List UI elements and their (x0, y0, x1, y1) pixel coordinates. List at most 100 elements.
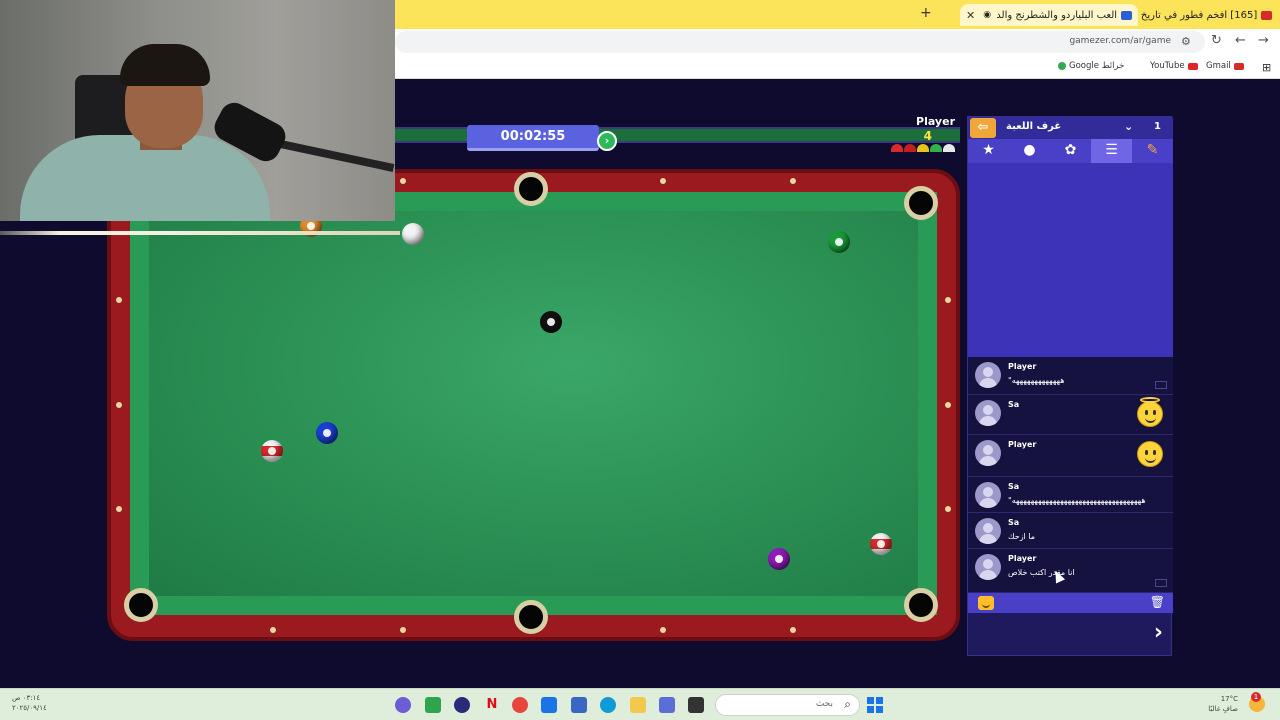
taskbar-search[interactable]: بحث ⌕ (715, 694, 860, 716)
file-explorer-icon[interactable] (630, 697, 646, 713)
avatar[interactable] (975, 440, 1001, 466)
player-name: Player (916, 115, 955, 128)
chevron-down-icon[interactable]: ⌄ (1124, 120, 1133, 133)
taskbar: ٠٣:١٤ ص ٢٠٢٥/٠٩/١٤ N بحث ⌕ 17°C صافٍ غال… (0, 688, 1280, 720)
trash-icon[interactable]: 🗑 (1150, 595, 1165, 609)
star-icon[interactable]: ★ (968, 139, 1009, 163)
room-count: 1 (1154, 121, 1161, 132)
chat-message: Player (968, 435, 1173, 477)
red-stripe-ball (261, 440, 283, 462)
outlook-icon[interactable] (541, 697, 557, 713)
bookmark-youtube[interactable]: YouTube (1150, 61, 1198, 71)
cue-ball[interactable] (402, 223, 424, 245)
pocket-bottom-right (904, 588, 938, 622)
cue-stick[interactable] (0, 231, 400, 235)
apps-grid-icon[interactable]: ⊞ (1262, 61, 1271, 74)
pocket-bottom-center (514, 600, 548, 634)
webcam-overlay (0, 0, 395, 221)
message-author: Sa (1008, 400, 1020, 409)
chat-message: Sa ما ازحك (968, 513, 1173, 549)
chat-messages: Player "هههههههههههههه Sa Player Sa "هههههههه… (968, 357, 1173, 593)
message-text: "هههههههههههههههههههههههههههههههههههه (1008, 496, 1146, 505)
gamezer-icon (1121, 10, 1133, 20)
google-g-icon (1058, 62, 1066, 70)
green-ball (828, 231, 850, 253)
message-author: Player (1008, 362, 1037, 371)
calendar-icon[interactable] (571, 697, 587, 713)
message-author: Sa (1008, 482, 1020, 491)
user-icon[interactable]: ● (1009, 139, 1050, 163)
chrome-icon[interactable] (512, 697, 528, 713)
diamond-marker (400, 627, 406, 633)
chat-message: Player "هههههههههههههه (968, 357, 1173, 395)
diamond-marker (400, 178, 406, 184)
copilot-icon[interactable] (395, 697, 411, 713)
mail-icon[interactable] (1155, 381, 1167, 389)
tab-gamezer[interactable]: العب البلياردو والشطرنج والدا ◉ ✕ (960, 4, 1139, 26)
avatar[interactable] (975, 554, 1001, 580)
obs-icon[interactable] (454, 697, 470, 713)
red-stripe-ball-2 (870, 533, 892, 555)
panel-tabs: ★ ● ✿ ☰ ✎ (968, 139, 1173, 163)
chat-message: Player انا مقدر اكتب خلاص (968, 549, 1173, 593)
remaining-ball-icon (891, 144, 903, 152)
terminal-icon[interactable] (688, 697, 704, 713)
message-author: Sa (1008, 518, 1020, 527)
panel-header: ⇦ غرف اللعبة ⌄ 1 (968, 117, 1173, 139)
search-icon: ⌕ (844, 697, 851, 711)
diamond-marker (660, 627, 666, 633)
weather-widget[interactable]: 17°C صافٍ غالبًا (1208, 694, 1238, 714)
windows-start-icon[interactable] (867, 697, 883, 713)
diamond-marker (790, 178, 796, 184)
avatar[interactable] (975, 518, 1001, 544)
pocket-top-right (904, 186, 938, 220)
player-score: 4 (923, 129, 932, 143)
tab-youtube-video[interactable]: [165] أفخم فطور في تاريخ قصر ✕ (1120, 4, 1273, 26)
bookmark-maps[interactable]: Google خرائط (1058, 61, 1124, 71)
emoji-button[interactable] (978, 596, 994, 610)
eight-ball (540, 311, 562, 333)
message-author: Player (1008, 554, 1037, 563)
pocket-bottom-left (124, 588, 158, 622)
teams-icon[interactable] (659, 697, 675, 713)
site-settings-icon[interactable]: ⚙ (1181, 35, 1195, 49)
notification-badge: 1 (1251, 692, 1261, 702)
panel-content-area (968, 163, 1173, 357)
netflix-icon[interactable]: N (484, 697, 500, 713)
message-text: "هههههههههههههه (1008, 376, 1065, 385)
new-tab-button[interactable]: + (920, 5, 932, 21)
avatar[interactable] (975, 400, 1001, 426)
gear-icon[interactable]: ✿ (1050, 139, 1091, 163)
forward-icon[interactable]: → (1258, 33, 1269, 48)
clock[interactable]: ٠٣:١٤ ص ٢٠٢٥/٠٩/١٤ (12, 693, 47, 713)
chat-input-bar[interactable]: 🗑 (968, 593, 1173, 613)
bookmark-gmail[interactable]: Gmail (1206, 61, 1244, 71)
chat-message: Sa (968, 395, 1173, 435)
edit-icon[interactable]: ✎ (1132, 139, 1173, 163)
diamond-marker (945, 297, 951, 303)
message-text: انا مقدر اكتب خلاص (1008, 568, 1075, 577)
remaining-balls (891, 144, 955, 152)
close-tab-icon[interactable]: ✕ (966, 9, 975, 22)
table-felt[interactable] (149, 211, 918, 596)
avatar[interactable] (975, 362, 1001, 388)
back-icon[interactable]: ← (1235, 33, 1246, 48)
chat-log-icon[interactable]: ☰ (1091, 139, 1132, 163)
url-box[interactable]: gamezer.com/ar/game ⚙ (395, 31, 1205, 53)
edge-icon[interactable] (600, 697, 616, 713)
diamond-marker (116, 402, 122, 408)
reload-icon[interactable]: ↻ (1211, 33, 1222, 48)
gmail-icon (1233, 62, 1244, 70)
search-placeholder: بحث (815, 699, 833, 709)
diamond-marker (660, 178, 666, 184)
send-arrow-icon[interactable]: › (1154, 620, 1163, 645)
diamond-marker (116, 506, 122, 512)
exit-room-button[interactable]: ⇦ (970, 118, 996, 138)
avatar[interactable] (975, 482, 1001, 508)
chat-message: Sa "هههههههههههههههههههههههههههههههههههه (968, 477, 1173, 513)
mail-icon[interactable] (1155, 579, 1167, 587)
remaining-ball-icon (917, 144, 929, 152)
store-icon[interactable] (425, 697, 441, 713)
diamond-marker (116, 297, 122, 303)
message-author: Player (1008, 440, 1037, 449)
